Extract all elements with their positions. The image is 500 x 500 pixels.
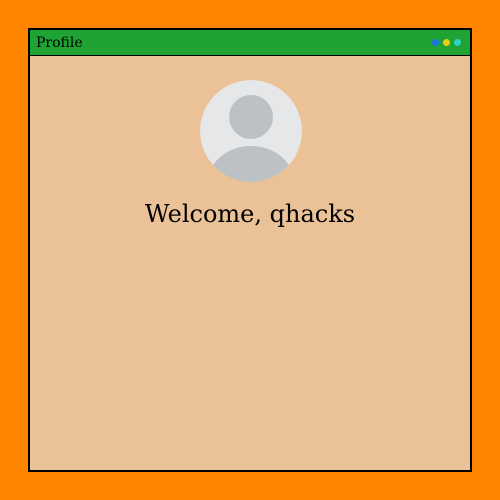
- welcome-message: Welcome, qhacks: [144, 200, 356, 228]
- window-title: Profile: [36, 35, 83, 51]
- dot-teal-icon[interactable]: [454, 39, 461, 46]
- profile-window: Profile Welcome, qhacks: [28, 28, 472, 472]
- dot-yellow-icon[interactable]: [443, 39, 450, 46]
- avatar: [200, 80, 302, 182]
- dot-blue-icon[interactable]: [432, 39, 439, 46]
- window-titlebar[interactable]: Profile: [30, 30, 470, 56]
- window-controls: [432, 39, 461, 47]
- user-avatar-placeholder-icon: [200, 80, 302, 182]
